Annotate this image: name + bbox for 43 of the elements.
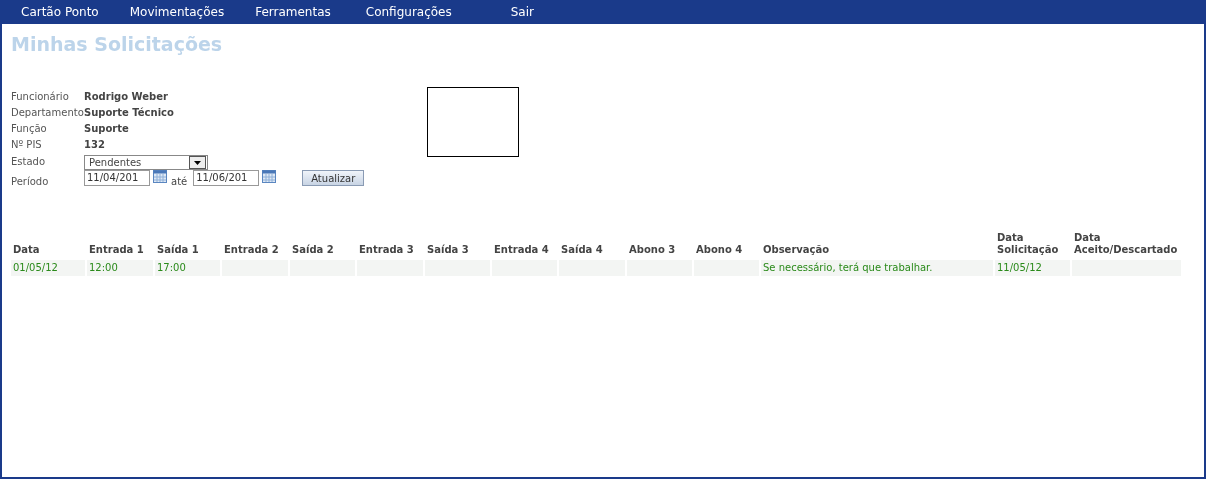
column-header: Data Solicitação <box>996 232 1060 257</box>
column-header: Entrada 3 <box>358 244 415 257</box>
field-value: Suporte Técnico <box>84 106 174 118</box>
field-label: Departamento <box>11 106 84 118</box>
calendar-icon[interactable] <box>153 170 167 183</box>
column-header: Saída 3 <box>426 244 470 257</box>
table-cell: Se necessário, terá que trabalhar. <box>761 260 995 276</box>
menu-item[interactable]: Ferramentas <box>255 5 331 19</box>
menu-item[interactable]: Sair <box>510 5 534 19</box>
column-header: Entrada 2 <box>223 244 280 257</box>
menu-item[interactable]: Cartão Ponto <box>21 5 99 19</box>
column-header: Abono 4 <box>695 244 744 257</box>
table-cell: 17:00 <box>155 260 222 276</box>
page-title: Minhas Solicitações <box>11 33 223 55</box>
table-cell: 01/05/12 <box>11 260 87 276</box>
menu-item[interactable]: Movimentações <box>129 5 225 19</box>
update-button[interactable]: Atualizar <box>302 170 365 186</box>
field-label: Estado <box>11 156 47 167</box>
table-cell: 11/05/12 <box>995 260 1072 276</box>
field-label: Período <box>11 176 50 187</box>
field-value: Rodrigo Weber <box>84 90 168 102</box>
field-label: Funcionário <box>11 90 70 102</box>
column-header: Data <box>12 244 41 257</box>
date-field[interactable]: 11/06/201 <box>193 170 260 186</box>
column-header: Saída 1 <box>156 244 200 257</box>
column-header: Abono 3 <box>628 244 677 257</box>
field-label: Nº PIS <box>11 138 43 150</box>
column-header: Saída 4 <box>560 244 604 257</box>
date-field[interactable]: 11/04/201 <box>84 170 150 186</box>
calendar-icon[interactable] <box>262 170 277 183</box>
state-dropdown[interactable]: Pendentes <box>84 155 208 170</box>
menu-item[interactable]: Configurações <box>365 5 452 19</box>
column-header: Entrada 1 <box>88 244 145 257</box>
column-header: Saída 2 <box>291 244 335 257</box>
column-header: Observação <box>762 244 831 257</box>
column-header: Data Aceito/Descartado <box>1073 232 1179 257</box>
table-cell: 12:00 <box>87 260 155 276</box>
field-value: 132 <box>84 138 105 150</box>
separator-text: até <box>171 176 188 187</box>
column-header: Entrada 4 <box>493 244 550 257</box>
field-value: Suporte <box>84 122 129 134</box>
caret-icon <box>194 160 201 165</box>
field-label: Função <box>11 122 48 134</box>
